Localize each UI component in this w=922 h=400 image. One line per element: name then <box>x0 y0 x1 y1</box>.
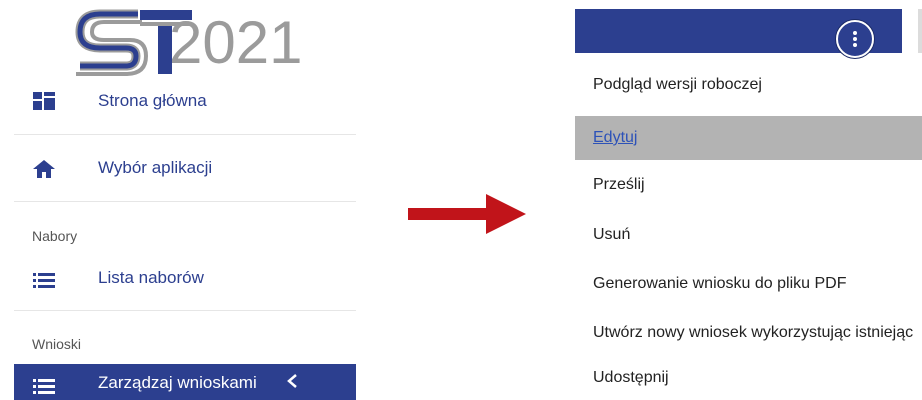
actions-panel: Podgląd wersji roboczej Edytuj Prześlij … <box>575 0 922 400</box>
divider <box>14 310 356 311</box>
section-label-nabory: Nabory <box>32 228 78 244</box>
sidebar-item-label: Zarządzaj wnioskami <box>98 373 257 392</box>
panel-header <box>575 9 902 58</box>
menu-item-podglad[interactable]: Podgląd wersji roboczej <box>575 63 922 107</box>
menu-item-label: Utwórz nowy wniosek wykorzystując istnie… <box>593 324 914 341</box>
sidebar-item-wybor-aplikacji[interactable]: Wybór aplikacji <box>14 154 356 182</box>
menu-item-utworz-nowy[interactable]: Utwórz nowy wniosek wykorzystując istnie… <box>575 311 922 355</box>
logo-year: 2021 <box>169 9 303 76</box>
menu-item-udostepnij[interactable]: Udostępnij <box>575 356 922 400</box>
divider <box>14 134 356 135</box>
menu-item-generuj-pdf[interactable]: Generowanie wniosku do pliku PDF <box>575 262 922 306</box>
menu-item-label: Udostępnij <box>593 369 669 386</box>
sidebar-item-strona-glowna[interactable]: Strona główna <box>14 88 356 114</box>
menu-item-label: Edytuj <box>593 129 638 146</box>
right-arrow-icon <box>408 194 526 234</box>
list-icon <box>32 268 56 292</box>
home-icon <box>32 157 56 181</box>
section-label-wnioski: Wnioski <box>32 336 82 352</box>
menu-item-przeslij[interactable]: Prześlij <box>575 163 922 207</box>
sidebar-item-lista-naborow[interactable]: Lista naborów <box>14 264 356 292</box>
more-options-button[interactable] <box>836 20 874 58</box>
menu-item-label: Generowanie wniosku do pliku PDF <box>593 275 847 292</box>
menu-item-usun[interactable]: Usuń <box>575 213 922 257</box>
menu-item-edytuj[interactable]: Edytuj <box>575 116 922 160</box>
list-icon <box>32 374 56 398</box>
dashboard-icon <box>32 89 56 113</box>
header-edge <box>918 9 922 53</box>
sidebar-item-label: Wybór aplikacji <box>98 158 213 177</box>
sidebar-item-label: Lista naborów <box>98 268 204 287</box>
app-logo: 2021 <box>0 0 356 86</box>
menu-item-label: Prześlij <box>593 176 645 193</box>
chevron-left-icon <box>286 373 298 394</box>
sidebar-item-zarzadzaj-wnioskami[interactable]: Zarządzaj wnioskami <box>14 364 356 400</box>
divider <box>14 201 356 202</box>
sidebar-item-label: Strona główna <box>98 91 207 110</box>
menu-item-label: Podgląd wersji roboczej <box>593 76 762 93</box>
sidebar: 2021 Strona główna Wybór aplikacji Nabor… <box>0 0 356 400</box>
menu-item-label: Usuń <box>593 226 631 243</box>
more-vertical-icon <box>853 31 857 47</box>
